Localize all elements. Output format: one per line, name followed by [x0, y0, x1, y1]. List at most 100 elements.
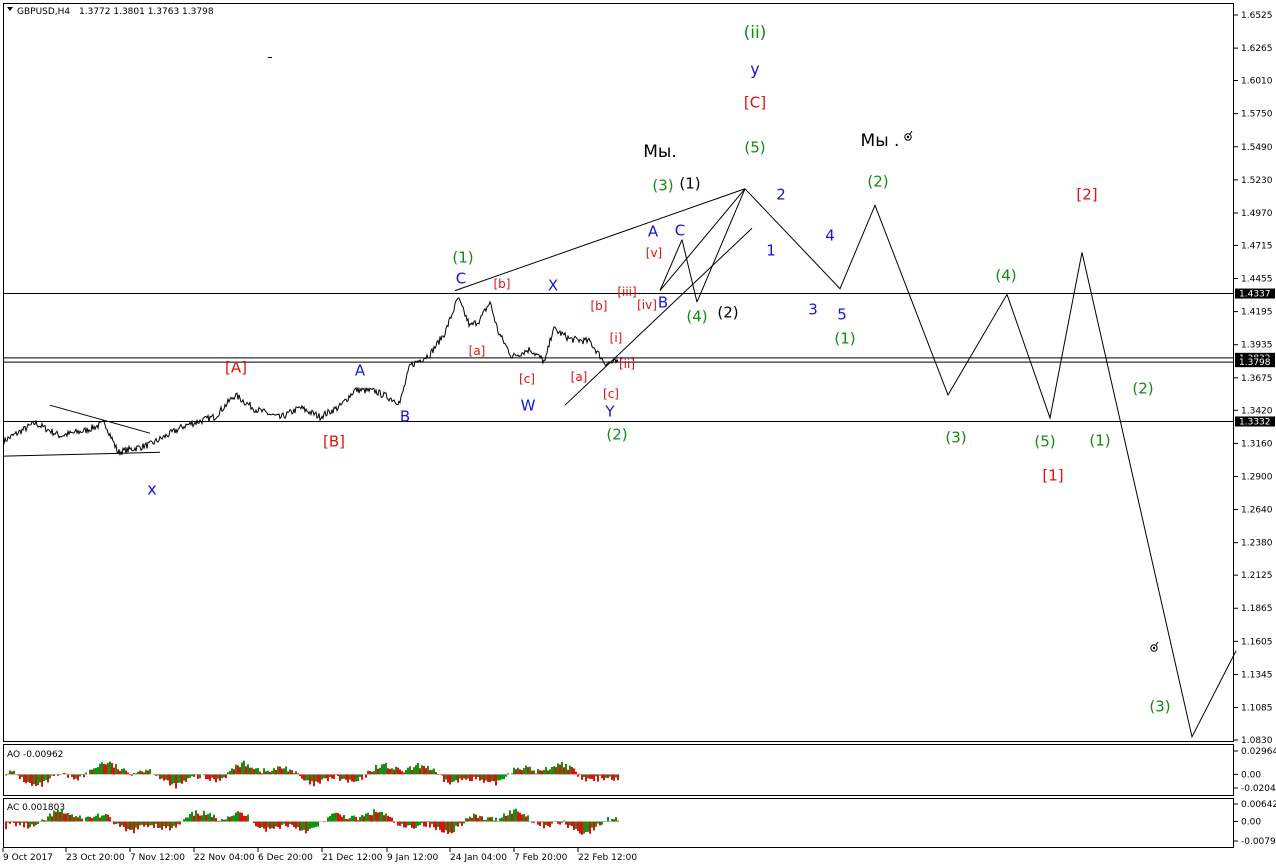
time-tick-label: 23 Oct 20:00	[66, 853, 125, 863]
wave-label[interactable]: [i]	[610, 331, 623, 345]
wave-label[interactable]: [b]	[494, 277, 511, 291]
wave-label[interactable]: (2)	[867, 172, 888, 190]
wave-label[interactable]: (1)	[834, 329, 855, 347]
wave-label[interactable]: 4	[825, 226, 835, 244]
wave-label[interactable]: (1)	[1089, 431, 1110, 449]
histogram-bar	[553, 766, 555, 775]
histogram-bar	[179, 774, 181, 783]
histogram-bar	[417, 821, 419, 826]
wave-label[interactable]: [iii]	[617, 285, 636, 299]
wave-label[interactable]: [a]	[469, 344, 486, 358]
wave-label[interactable]: C	[456, 269, 466, 287]
histogram-bar	[121, 769, 123, 775]
wave-label[interactable]: [c]	[519, 372, 535, 386]
wave-label[interactable]: A	[355, 361, 366, 379]
wave-label[interactable]: B	[400, 407, 410, 425]
histogram-bar	[93, 768, 95, 775]
histogram-bar	[353, 774, 355, 782]
wave-label[interactable]: Мы .	[861, 131, 900, 151]
wave-label[interactable]: B	[658, 293, 668, 311]
wave-label[interactable]: [B]	[323, 432, 345, 450]
histogram-bar	[465, 774, 467, 780]
wave-label[interactable]: [c]	[603, 387, 619, 401]
histogram-bar	[125, 821, 127, 832]
histogram-bar	[221, 774, 223, 779]
histogram-bar	[247, 764, 249, 775]
wave-label[interactable]: (3)	[945, 428, 966, 446]
ao-axis: 0.02964 0.00 -0.02042	[1234, 747, 1276, 794]
wave-label[interactable]: 5	[837, 305, 847, 323]
wave-label[interactable]: (4)	[995, 266, 1016, 284]
wave-label[interactable]: (2)	[606, 425, 627, 443]
histogram-bar	[525, 765, 527, 775]
histogram-bar	[161, 821, 163, 830]
histogram-bar	[579, 773, 581, 775]
wave-label[interactable]: (3)	[652, 176, 673, 194]
histogram-bar	[117, 769, 119, 775]
wave-label[interactable]: W	[521, 396, 536, 414]
histogram-bar	[343, 814, 345, 822]
histogram-bar	[209, 774, 211, 781]
wave-label[interactable]: (2)	[717, 303, 738, 321]
price-chart[interactable]: GBPUSD,H4 1.3772 1.3801 1.3763 1.3798 1.…	[0, 0, 1276, 868]
histogram-bar	[145, 769, 147, 775]
histogram-bar	[267, 770, 269, 775]
histogram-bar	[339, 774, 341, 781]
histogram-bar	[557, 763, 559, 775]
wave-label[interactable]: (1)	[679, 174, 700, 192]
wave-label[interactable]: [b]	[591, 299, 608, 313]
histogram-bar	[473, 813, 475, 822]
histogram-bar	[537, 821, 539, 825]
histogram-bar	[307, 774, 309, 781]
histogram-bar	[445, 821, 447, 831]
wave-label[interactable]: (5)	[1034, 432, 1055, 450]
wave-label[interactable]: y	[750, 60, 759, 79]
wave-label[interactable]: 2	[776, 185, 786, 203]
histogram-bar	[221, 819, 223, 822]
wave-label[interactable]: (ii)	[744, 23, 767, 43]
wave-label[interactable]: x	[147, 480, 156, 499]
wave-label[interactable]: (3)	[1149, 697, 1170, 715]
histogram-bar	[467, 818, 469, 822]
histogram-bar	[241, 762, 243, 775]
histogram-bar	[471, 774, 473, 781]
histogram-bar	[205, 774, 207, 780]
histogram-bar	[589, 821, 591, 834]
wave-label[interactable]: [C]	[744, 93, 766, 111]
wave-label[interactable]: 1	[766, 241, 776, 259]
histogram-bar	[261, 773, 263, 775]
wave-label[interactable]: [iv]	[637, 298, 657, 312]
wave-label[interactable]: X	[548, 276, 558, 294]
histogram-bar	[199, 815, 201, 822]
wave-label[interactable]: (1)	[452, 248, 473, 266]
wave-label[interactable]: [1]	[1042, 466, 1063, 484]
histogram-bar	[111, 763, 113, 775]
price-tick-label: 1.5230	[1241, 176, 1273, 186]
histogram-bar	[439, 821, 441, 830]
histogram-bar	[257, 768, 259, 775]
histogram-bar	[375, 764, 377, 775]
wave-label[interactable]: A	[648, 222, 659, 240]
wave-label[interactable]: [v]	[646, 246, 662, 260]
wave-label[interactable]: Мы.	[643, 142, 677, 162]
histogram-bar	[393, 769, 395, 775]
histogram-bar	[427, 821, 429, 823]
histogram-bar	[593, 774, 595, 781]
histogram-bar	[367, 770, 369, 775]
wave-label[interactable]: (5)	[744, 138, 765, 156]
histogram-bar	[57, 774, 59, 776]
wave-label[interactable]: Y	[604, 402, 615, 420]
histogram-bar	[231, 768, 233, 775]
wave-label[interactable]: 3	[808, 300, 818, 318]
histogram-bar	[473, 774, 475, 777]
wave-label[interactable]: [2]	[1076, 185, 1097, 203]
histogram-bar	[295, 821, 297, 829]
wave-label[interactable]: (2)	[1132, 379, 1153, 397]
histogram-bar	[457, 774, 459, 783]
wave-label[interactable]: [ii]	[619, 357, 635, 371]
wave-label[interactable]: (4)	[686, 307, 707, 325]
wave-label[interactable]: C	[675, 221, 685, 239]
histogram-bar	[211, 774, 213, 778]
wave-label[interactable]: [a]	[571, 370, 588, 384]
wave-label[interactable]: [A]	[225, 358, 247, 376]
